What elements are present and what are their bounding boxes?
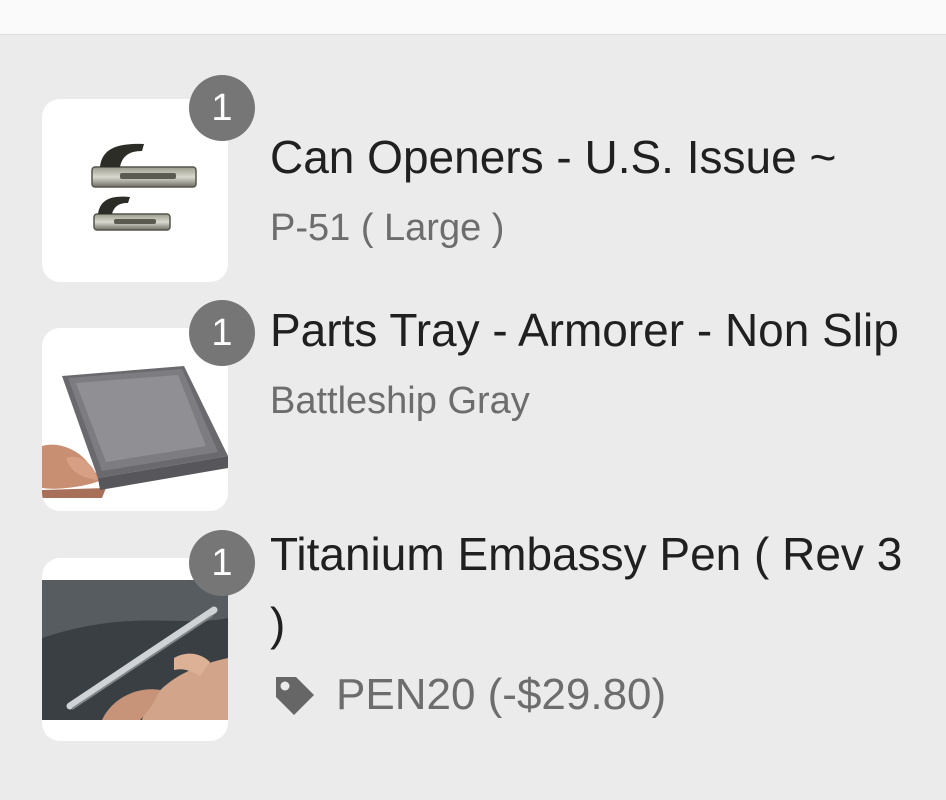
item-variant: P-51 ( Large ) — [270, 207, 505, 249]
cart-line-items: 1 Can Openers - U.S. Issue ~ P-51 ( Larg… — [0, 0, 946, 800]
quantity-badge: 1 — [189, 530, 255, 596]
quantity-badge: 1 — [189, 300, 255, 366]
discount-row: PEN20 (-$29.80) — [270, 659, 920, 731]
item-title[interactable]: Parts Tray - Armorer - Non Slip — [270, 295, 920, 365]
item-title[interactable]: Titanium Embassy Pen ( Rev 3 ) — [270, 519, 920, 659]
quantity-badge: 1 — [189, 75, 255, 141]
item-variant: Battleship Gray — [270, 380, 530, 422]
item-details: Titanium Embassy Pen ( Rev 3 ) PEN20 (-$… — [270, 519, 920, 731]
item-title[interactable]: Can Openers - U.S. Issue ~ — [270, 122, 920, 192]
item-details: Parts Tray - Armorer - Non Slip Battlesh… — [270, 295, 920, 437]
line-item[interactable]: 1 Can Openers - U.S. Issue ~ P-51 ( Larg… — [0, 0, 946, 290]
line-item[interactable]: 1 Titanium Embassy Pen ( Rev 3 ) PEN20 (… — [0, 520, 946, 760]
tag-icon — [276, 677, 314, 715]
line-item[interactable]: 1 Parts Tray - Armorer - Non Slip Battle… — [0, 290, 946, 520]
discount-code: PEN20 (-$29.80) — [336, 670, 667, 719]
item-details: Can Openers - U.S. Issue ~ P-51 ( Large … — [270, 122, 920, 264]
